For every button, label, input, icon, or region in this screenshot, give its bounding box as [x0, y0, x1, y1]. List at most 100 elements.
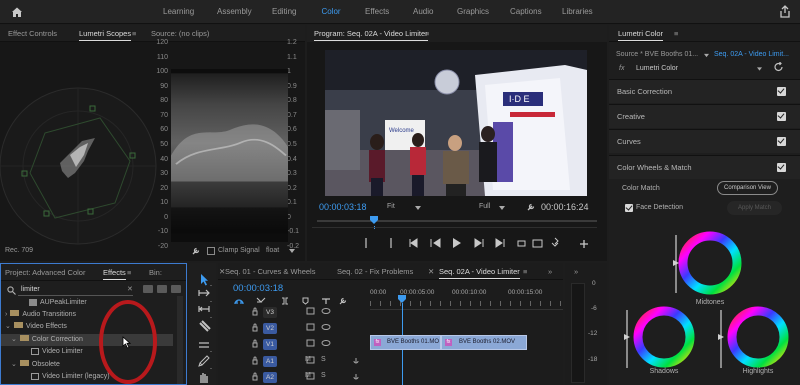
sync-lock-icon[interactable]	[306, 356, 315, 364]
chevron-down-icon[interactable]	[704, 53, 709, 58]
microphone-icon[interactable]	[353, 374, 359, 380]
captions-icon[interactable]	[322, 298, 330, 304]
timeline-timecode[interactable]: 00:00:03:18	[233, 283, 283, 294]
program-timecode[interactable]: 00:00:03:18	[319, 202, 367, 212]
lumetri-title[interactable]: Lumetri Color	[618, 25, 664, 42]
tab-lumetri-scopes[interactable]: Lumetri Scopes	[79, 25, 132, 42]
lumetri-sequence[interactable]: Seq. 02A - Video Limit...	[714, 51, 789, 58]
lock-icon[interactable]	[252, 356, 258, 365]
eye-icon[interactable]	[321, 308, 331, 314]
tab-assembly[interactable]: Assembly	[217, 0, 252, 24]
export-frame-icon[interactable]	[532, 239, 543, 248]
home-icon[interactable]	[10, 5, 24, 19]
insert-icon[interactable]	[517, 240, 526, 247]
microphone-icon[interactable]	[353, 358, 359, 364]
chevron-down-icon[interactable]	[289, 249, 295, 253]
reset-icon[interactable]	[773, 62, 785, 72]
section-basic-correction[interactable]: Basic Correction	[609, 79, 800, 103]
tab-effect-controls[interactable]: Effect Controls	[8, 25, 57, 42]
lock-icon[interactable]	[252, 323, 258, 332]
effect-filter-icons[interactable]	[143, 284, 183, 294]
tab-captions[interactable]: Captions	[510, 0, 542, 24]
tab-audio[interactable]: Audio	[413, 0, 433, 24]
curves-checkbox[interactable]	[777, 137, 786, 146]
chevron-down-icon[interactable]: ⌄	[11, 336, 17, 343]
highlights-slider[interactable]	[720, 310, 722, 368]
tab-graphics[interactable]: Graphics	[457, 0, 489, 24]
lumetri-menu-icon[interactable]: ≡	[674, 25, 678, 42]
shadows-slider[interactable]	[626, 310, 628, 368]
add-marker-icon[interactable]	[282, 297, 288, 305]
tab-color[interactable]: Color	[321, 0, 341, 24]
chevron-down-icon[interactable]	[757, 67, 762, 71]
tab-project[interactable]: Project: Advanced Color	[5, 264, 85, 281]
wrench-icon[interactable]	[526, 202, 536, 212]
chevron-down-icon[interactable]: ⌄	[11, 361, 17, 368]
playhead-marker[interactable]	[370, 216, 378, 224]
step-forward-icon[interactable]	[474, 238, 484, 248]
chevron-down-icon[interactable]	[415, 206, 421, 210]
more-panels-icon[interactable]: »	[574, 263, 578, 280]
share-icon[interactable]	[779, 5, 791, 18]
zoom-select[interactable]: Fit	[387, 203, 395, 210]
sync-lock-icon[interactable]	[306, 307, 315, 315]
more-panels-icon[interactable]: »	[548, 263, 552, 280]
tab-learning[interactable]: Learning	[163, 0, 194, 24]
clip-bve-booths-01[interactable]: fx BVE Booths 01.MO	[370, 335, 441, 350]
linked-selection-icon[interactable]	[256, 297, 266, 303]
effects-menu-icon[interactable]: ≡	[127, 264, 131, 281]
color-wheels-checkbox[interactable]	[777, 163, 786, 172]
step-back-icon[interactable]	[430, 238, 441, 248]
effects-search-input[interactable]: limiter	[21, 286, 40, 293]
effects-scrollbar[interactable]	[177, 296, 183, 384]
button-editor-icon[interactable]	[551, 237, 559, 247]
eye-icon[interactable]	[321, 340, 331, 346]
scopes-menu-icon[interactable]: ≡	[132, 25, 136, 42]
tab-seq-01[interactable]: Seq. 01 - Curves & Wheels	[225, 263, 315, 280]
clear-search-icon[interactable]: ✕	[127, 285, 133, 293]
playhead[interactable]	[398, 295, 406, 303]
sync-lock-icon[interactable]	[306, 323, 315, 331]
bit-depth-select[interactable]: float	[266, 247, 279, 254]
tab-seq-02a[interactable]: Seq. 02A - Video Limiter	[439, 263, 520, 280]
clamp-signal-checkbox[interactable]	[207, 247, 215, 255]
eye-icon[interactable]	[321, 324, 331, 330]
tab-libraries[interactable]: Libraries	[562, 0, 593, 24]
tab-seq-02[interactable]: Seq. 02 - Fix Problems	[337, 263, 413, 280]
snap-icon[interactable]	[234, 299, 244, 305]
close-icon[interactable]: ✕	[428, 263, 434, 280]
wrench-icon[interactable]	[339, 297, 347, 305]
wrench-icon[interactable]	[191, 246, 201, 256]
resolution-select[interactable]: Full	[479, 203, 490, 210]
program-scrubber[interactable]	[317, 220, 597, 222]
basic-correction-checkbox[interactable]	[777, 87, 786, 96]
comparison-view-button[interactable]: Comparison View	[717, 181, 778, 195]
sync-lock-icon[interactable]	[306, 339, 315, 347]
apply-match-button[interactable]: Apply Match	[727, 201, 782, 215]
lock-icon[interactable]	[252, 372, 258, 381]
program-menu-icon[interactable]: ≡	[425, 25, 429, 42]
clip-bve-booths-02[interactable]: fx BVE Booths 02.MOV	[441, 335, 527, 350]
tab-bin[interactable]: Bin:	[149, 264, 162, 281]
section-curves[interactable]: Curves	[609, 129, 800, 153]
marker-icon[interactable]	[302, 297, 309, 305]
section-creative[interactable]: Creative	[609, 104, 800, 128]
sync-lock-icon[interactable]	[306, 372, 315, 380]
lock-icon[interactable]	[252, 307, 258, 316]
section-color-wheels[interactable]: Color Wheels & Match	[609, 155, 800, 179]
program-title[interactable]: Program: Seq. 02A - Video Limiter	[314, 25, 428, 42]
go-to-in-icon[interactable]	[409, 238, 418, 248]
chevron-right-icon[interactable]: ›	[5, 311, 7, 318]
tab-effects-panel[interactable]: Effects	[103, 264, 126, 281]
tab-effects[interactable]: Effects	[365, 0, 389, 24]
creative-checkbox[interactable]	[777, 112, 786, 121]
chevron-down-icon[interactable]: ⌄	[5, 323, 11, 330]
play-icon[interactable]	[453, 238, 461, 248]
chevron-down-icon[interactable]	[499, 206, 505, 210]
timeline-menu-icon[interactable]: ≡	[523, 263, 527, 280]
go-to-out-icon[interactable]	[495, 238, 505, 248]
add-button-icon[interactable]	[580, 240, 588, 248]
lumetri-source[interactable]: Source * BVE Booths 01...	[616, 51, 698, 58]
face-detection-checkbox[interactable]	[625, 204, 633, 212]
lock-icon[interactable]	[252, 339, 258, 348]
